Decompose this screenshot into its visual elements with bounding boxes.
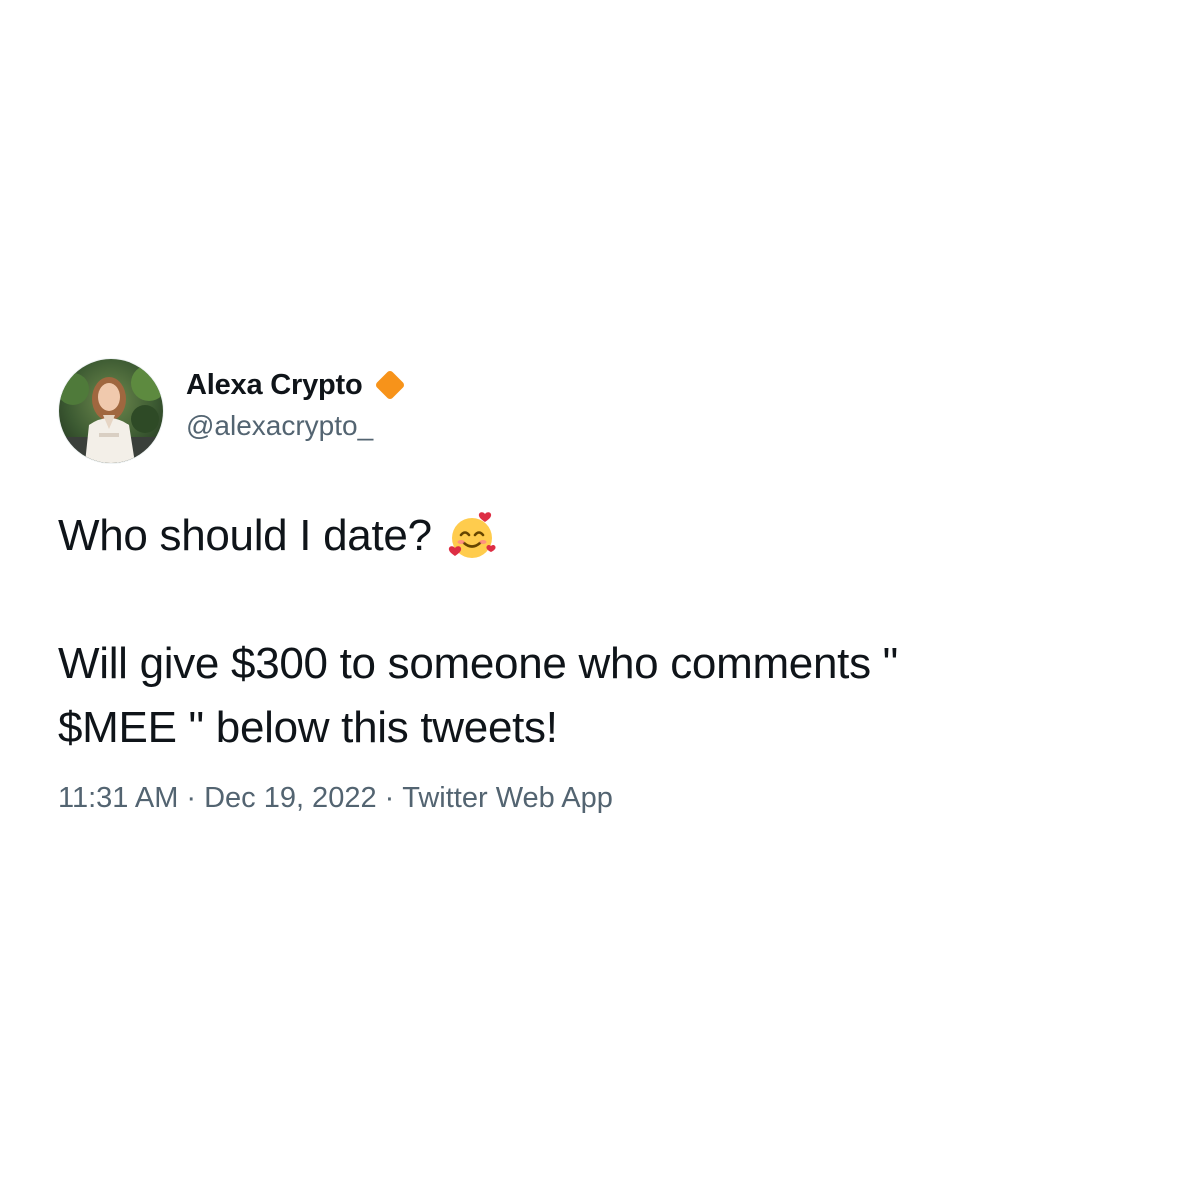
tweet-line-2: Will give $300 to someone who comments " — [58, 639, 899, 688]
tweet-date[interactable]: Dec 19, 2022 — [204, 782, 377, 814]
smiling-face-with-hearts-icon — [446, 510, 498, 562]
tweet-meta: 11:31 AM · Dec 19, 2022 · Twitter Web App — [58, 782, 1148, 815]
tweet-line-1-text: Who should I date? — [58, 511, 432, 560]
tweet-source[interactable]: Twitter Web App — [402, 782, 613, 814]
meta-separator: · — [186, 782, 197, 814]
tweet-text: Who should I date? Will give $300 to som… — [58, 504, 1148, 760]
tweet-line-1: Who should I date? — [58, 504, 1148, 568]
meta-separator: · — [384, 782, 395, 814]
tweet-header: Alexa Crypto @alexacrypto_ — [58, 358, 1148, 464]
avatar[interactable] — [58, 358, 164, 464]
tweet-card: Alexa Crypto @alexacrypto_ Who should I … — [58, 358, 1148, 815]
verified-diamond-icon — [373, 368, 407, 402]
display-name-row: Alexa Crypto — [186, 368, 407, 402]
author-names: Alexa Crypto @alexacrypto_ — [186, 368, 407, 442]
tweet-line-3: $MEE " below this tweets! — [58, 703, 558, 752]
display-name[interactable]: Alexa Crypto — [186, 369, 363, 402]
handle[interactable]: @alexacrypto_ — [186, 410, 407, 442]
tweet-time[interactable]: 11:31 AM — [58, 782, 178, 814]
